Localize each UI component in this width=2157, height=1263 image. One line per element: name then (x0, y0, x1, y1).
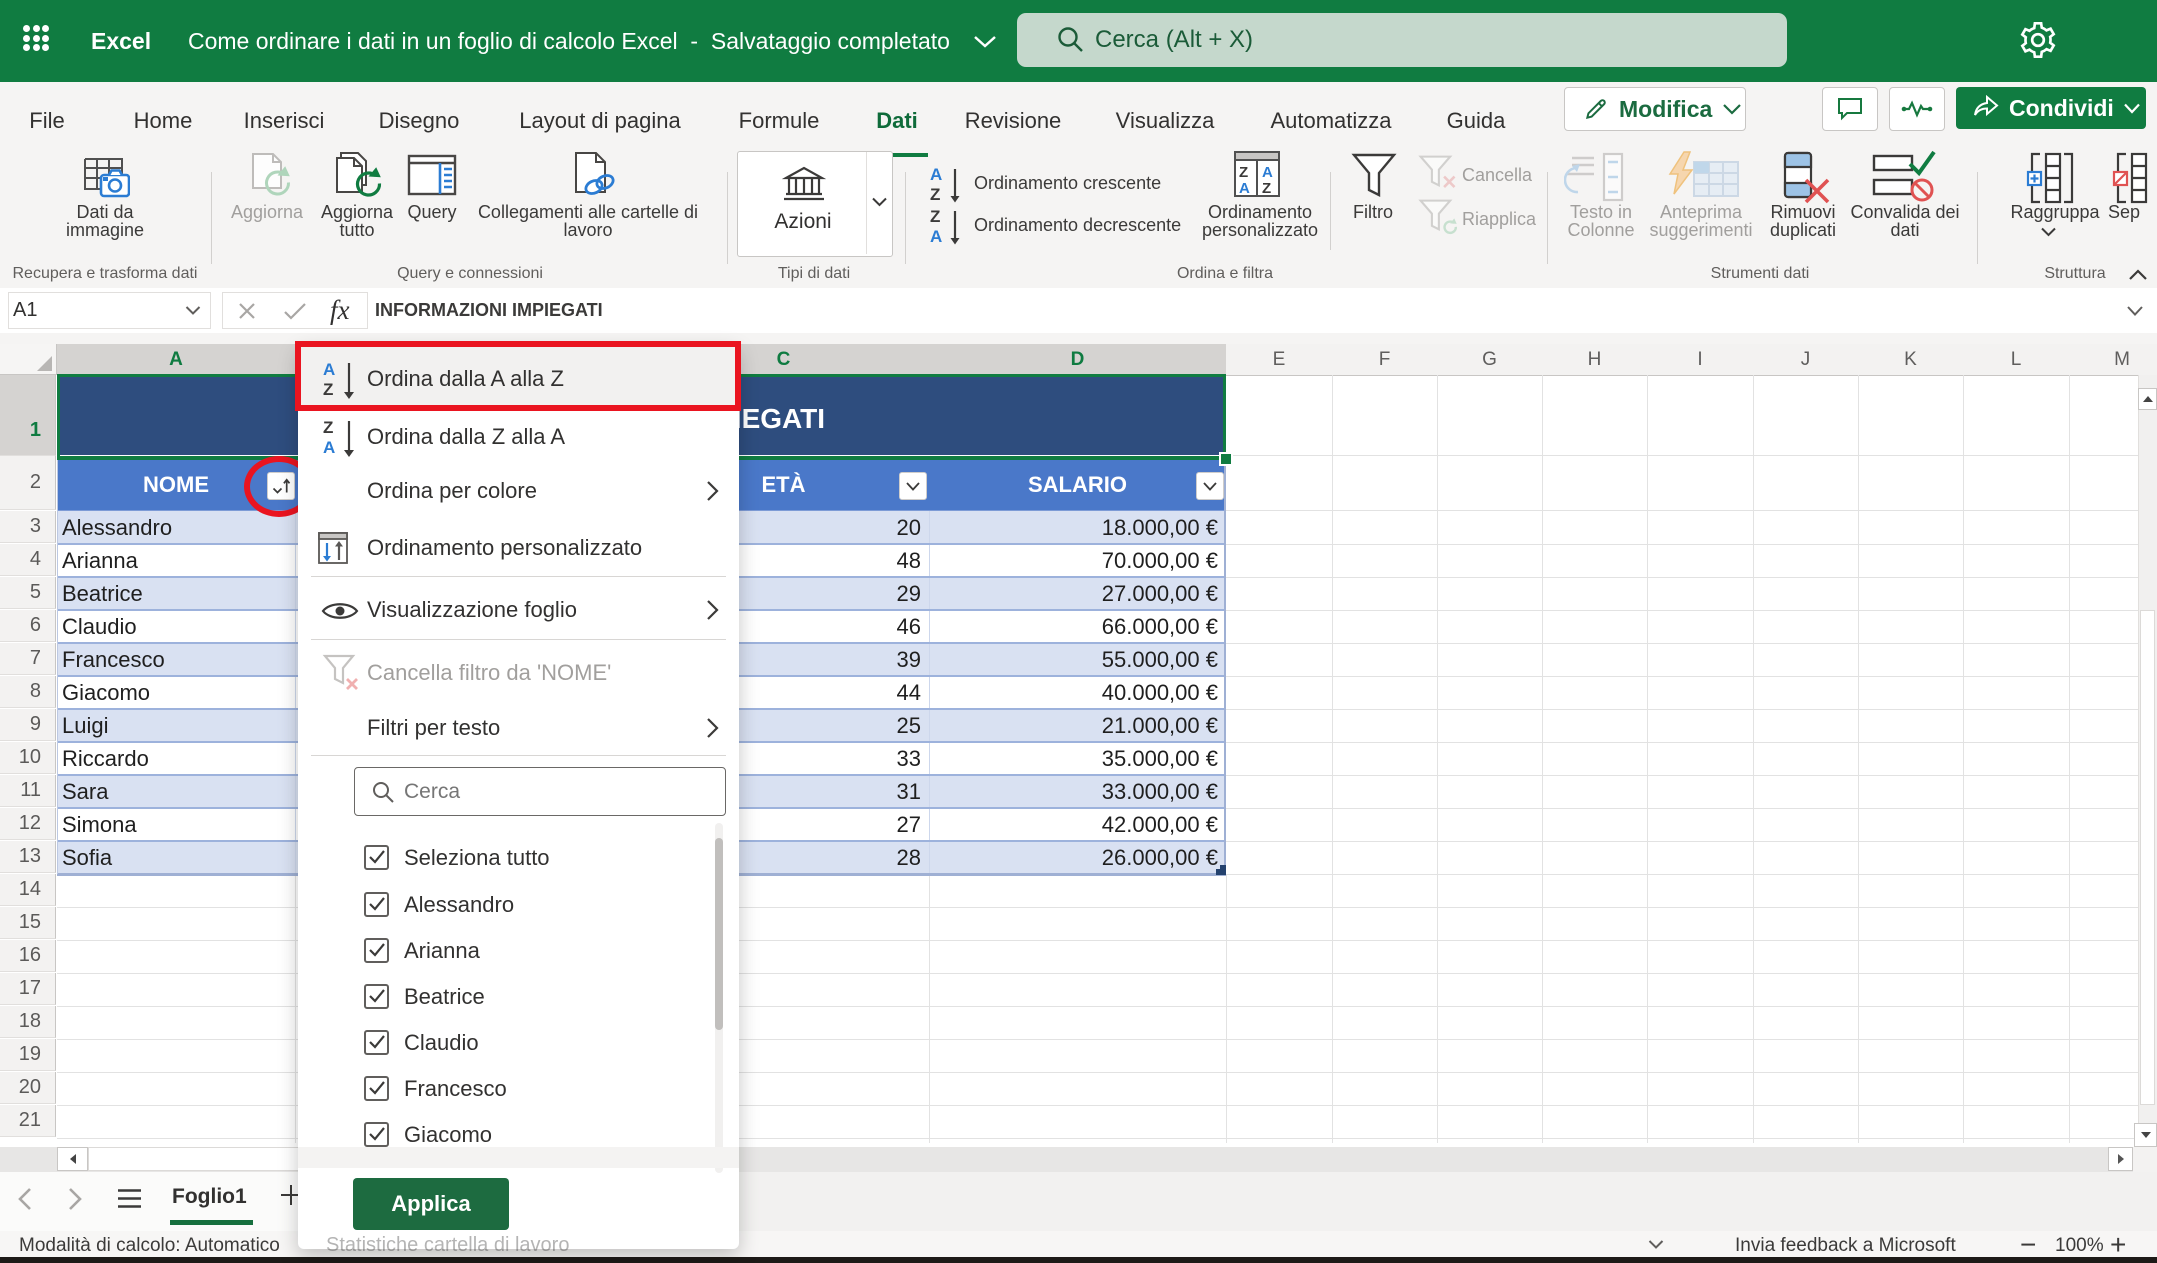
svg-text:Z: Z (323, 418, 333, 437)
svg-text:Z: Z (1262, 180, 1271, 197)
svg-text:Z: Z (930, 207, 940, 226)
svg-text:A: A (930, 165, 942, 184)
svg-text:Z: Z (1239, 164, 1248, 181)
svg-text:A: A (323, 438, 335, 457)
svg-text:A: A (930, 227, 942, 245)
svg-text:Z: Z (930, 185, 940, 203)
svg-text:A: A (1262, 164, 1273, 181)
svg-text:A: A (1239, 180, 1250, 197)
